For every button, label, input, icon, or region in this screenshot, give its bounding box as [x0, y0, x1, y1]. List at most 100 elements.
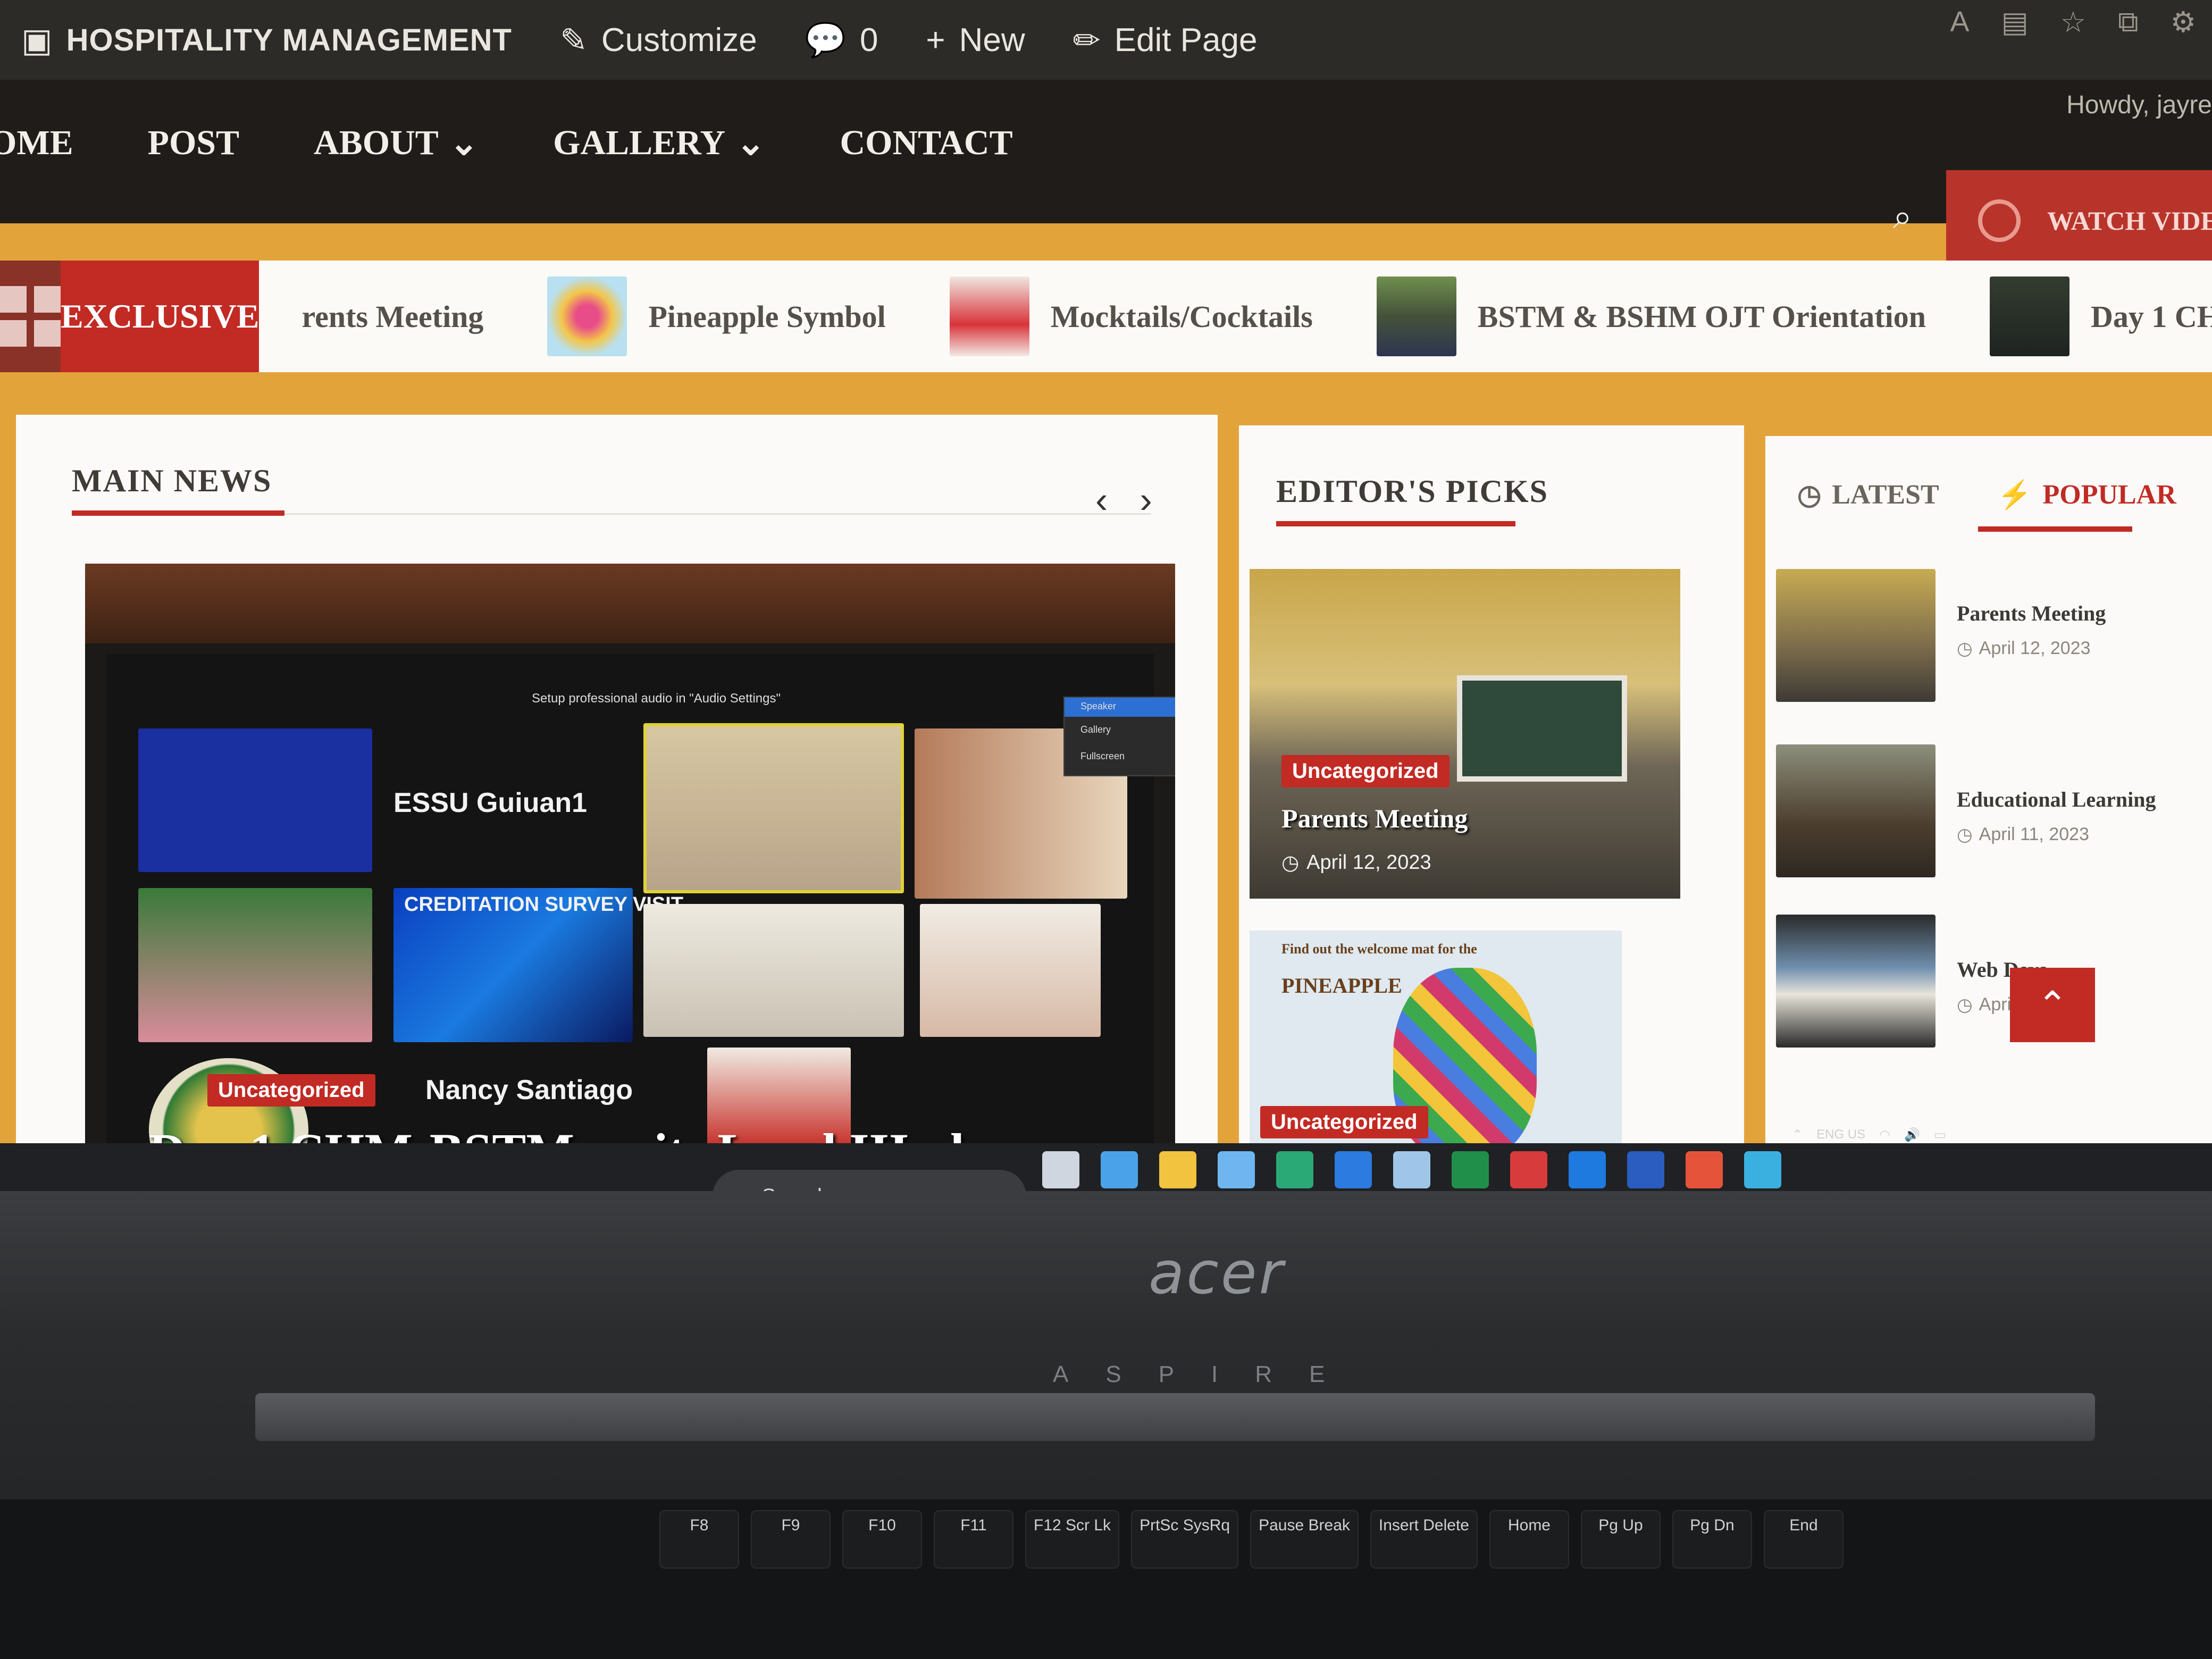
- title-underline: [72, 510, 284, 516]
- participant-name: ESSU Guiuan1: [393, 787, 588, 818]
- category-badge[interactable]: Uncategorized: [1260, 1106, 1428, 1138]
- howdy-user[interactable]: Howdy, jayre: [2066, 90, 2212, 120]
- photos-icon[interactable]: [1393, 1151, 1430, 1188]
- app-icon[interactable]: [1744, 1151, 1781, 1188]
- admin-customize[interactable]: ✎ Customize: [560, 21, 757, 60]
- wifi-icon[interactable]: ◠: [1879, 1127, 1890, 1143]
- admin-new[interactable]: + New: [926, 21, 1025, 59]
- post-title[interactable]: Educational Learning: [1957, 787, 2156, 812]
- task-view-icon[interactable]: [1042, 1151, 1079, 1188]
- chevron-right-icon[interactable]: ›: [1139, 479, 1152, 521]
- volume-icon[interactable]: 🔊: [1904, 1127, 1920, 1143]
- key[interactable]: Pg Dn: [1672, 1510, 1752, 1569]
- word-icon[interactable]: [1627, 1151, 1664, 1188]
- key[interactable]: F10: [842, 1510, 922, 1569]
- tab-popular[interactable]: ⚡ POPULAR: [1998, 479, 2176, 511]
- room-strip: [85, 564, 1175, 643]
- ticker-item[interactable]: Pineapple Symbol: [547, 276, 886, 356]
- search-icon[interactable]: ⌕: [1893, 197, 1912, 237]
- key[interactable]: End: [1763, 1510, 1844, 1569]
- tray-lang[interactable]: ENG US: [1816, 1127, 1865, 1143]
- xampp-icon[interactable]: [1686, 1151, 1723, 1188]
- chevron-up-icon[interactable]: ⌃: [1792, 1127, 1803, 1143]
- watch-video-button[interactable]: WATCH VIDE: [1946, 170, 2212, 271]
- chalkboard: [1457, 675, 1627, 782]
- admin-edit-page[interactable]: ✏ Edit Page: [1073, 21, 1258, 60]
- function-key-row: F8 F9 F10 F11 F12 Scr Lk PrtSc SysRq Pau…: [659, 1510, 1844, 1569]
- editor-pick-image[interactable]: Uncategorized Parents Meeting ◷ April 12…: [1250, 569, 1680, 899]
- nav-contact[interactable]: CONTACT: [840, 122, 1012, 164]
- reader-icon[interactable]: ▤: [2001, 5, 2029, 39]
- tab-latest[interactable]: ◷ LATEST: [1797, 479, 1939, 511]
- collections-icon[interactable]: ⧉: [2118, 5, 2139, 39]
- list-item[interactable]: Educational Learning ◷ April 11, 2023: [1765, 744, 2212, 883]
- key[interactable]: Pause Break: [1250, 1510, 1359, 1569]
- key[interactable]: Home: [1489, 1510, 1569, 1569]
- comment-icon: 💬: [805, 21, 846, 58]
- battery-icon[interactable]: ▭: [1934, 1127, 1946, 1143]
- ticker-item[interactable]: Mocktails/Cocktails: [949, 276, 1313, 356]
- ticker-item[interactable]: rents Meeting: [301, 299, 483, 334]
- nav-about[interactable]: ABOUT ⌄: [314, 122, 479, 164]
- key[interactable]: Insert Delete: [1370, 1510, 1478, 1569]
- key[interactable]: PrtSc SysRq: [1131, 1510, 1239, 1569]
- category-badge[interactable]: Uncategorized: [207, 1074, 375, 1107]
- nav-gallery[interactable]: GALLERY ⌄: [553, 122, 765, 164]
- wp-admin-bar: ▣ HOSPITALITY MANAGEMENT ✎ Customize 💬 0…: [0, 0, 2212, 80]
- nav-post[interactable]: POST: [148, 122, 239, 164]
- main-news-image[interactable]: Setup professional audio in "Audio Setti…: [85, 564, 1175, 1212]
- tab-underline: [1978, 526, 2132, 532]
- clock-icon: ◷: [1797, 480, 1822, 510]
- excel-icon[interactable]: [1452, 1151, 1489, 1188]
- edge-icon[interactable]: [1276, 1151, 1313, 1188]
- post-title[interactable]: Parents Meeting: [1281, 803, 1468, 834]
- editors-picks-panel: EDITOR'S PICKS Uncategorized Parents Mee…: [1239, 425, 1744, 1212]
- ticker-thumb: [949, 276, 1029, 356]
- laptop-model-label: ASPIRE: [1053, 1361, 1362, 1387]
- nav-home[interactable]: OME: [0, 122, 73, 164]
- vscode-icon[interactable]: [1335, 1151, 1372, 1188]
- view-option[interactable]: Gallery: [1080, 724, 1111, 735]
- post-thumb: [1776, 915, 1936, 1048]
- key[interactable]: F8: [659, 1510, 739, 1569]
- pencil-icon: ✏: [1073, 22, 1101, 59]
- brush-icon: ✎: [559, 22, 588, 59]
- key[interactable]: F12 Scr Lk: [1025, 1510, 1120, 1569]
- read-aloud-icon[interactable]: A: [1950, 5, 1970, 39]
- admin-comments[interactable]: 💬 0: [805, 21, 878, 60]
- list-item[interactable]: Parents Meeting ◷ April 12, 2023: [1765, 569, 2212, 707]
- editor-pick-image[interactable]: Find out the welcome mat for the PINEAPP…: [1250, 931, 1622, 1175]
- post-title[interactable]: Parents Meeting: [1957, 601, 2106, 626]
- admin-site-name[interactable]: ▣ HOSPITALITY MANAGEMENT: [21, 21, 512, 60]
- view-option[interactable]: Fullscreen: [1080, 751, 1125, 762]
- list-item[interactable]: Web Devs ◷April 12, 2023: [1765, 915, 2212, 1053]
- notepad-icon[interactable]: [1101, 1151, 1138, 1188]
- mail-icon[interactable]: [1218, 1151, 1255, 1188]
- favorites-icon[interactable]: ☆: [2060, 5, 2086, 39]
- ticker-item[interactable]: BSTM & BSHM OJT Orientation: [1376, 276, 1926, 356]
- key[interactable]: Pg Up: [1580, 1510, 1661, 1569]
- audio-notice: Setup professional audio in "Audio Setti…: [532, 691, 781, 706]
- main-news-panel: MAIN NEWS ‹ › Setup professional audio i…: [16, 415, 1218, 1212]
- ticker-item[interactable]: Day 1 CH: [1990, 276, 2212, 356]
- extensions-icon[interactable]: ⚙: [2171, 5, 2196, 39]
- clock-icon: ◷: [1957, 825, 1973, 845]
- sidebar-tabs-panel: ◷ LATEST ⚡ POPULAR Parents Meeting ◷ Apri…: [1765, 436, 2212, 1212]
- editors-picks-title: EDITOR'S PICKS: [1276, 474, 1549, 509]
- file-explorer-icon[interactable]: [1159, 1151, 1196, 1188]
- bluetooth-icon[interactable]: [1569, 1151, 1606, 1188]
- main-navigation: OME POST ABOUT ⌄ GALLERY ⌄ CONTACT ⌕: [0, 80, 2212, 236]
- play-circle-icon: [1978, 199, 2021, 242]
- laptop-screen: ▣ HOSPITALITY MANAGEMENT ✎ Customize 💬 0…: [0, 0, 2212, 1212]
- chevron-left-icon[interactable]: ‹: [1095, 479, 1108, 521]
- taskbar-apps: [1042, 1151, 1781, 1188]
- back-to-top-button[interactable]: ⌃: [2010, 968, 2095, 1042]
- view-option-selected[interactable]: Speaker: [1065, 698, 1175, 717]
- app-icon[interactable]: [1510, 1151, 1547, 1188]
- chevron-up-icon: ⌃: [2037, 984, 2068, 1026]
- view-menu[interactable]: Speaker Gallery Fullscreen: [1063, 697, 1175, 776]
- post-date: ◷April 12, 2023: [1957, 638, 2091, 659]
- category-badge[interactable]: Uncategorized: [1281, 755, 1449, 787]
- key[interactable]: F9: [751, 1510, 831, 1569]
- key[interactable]: F11: [934, 1510, 1013, 1569]
